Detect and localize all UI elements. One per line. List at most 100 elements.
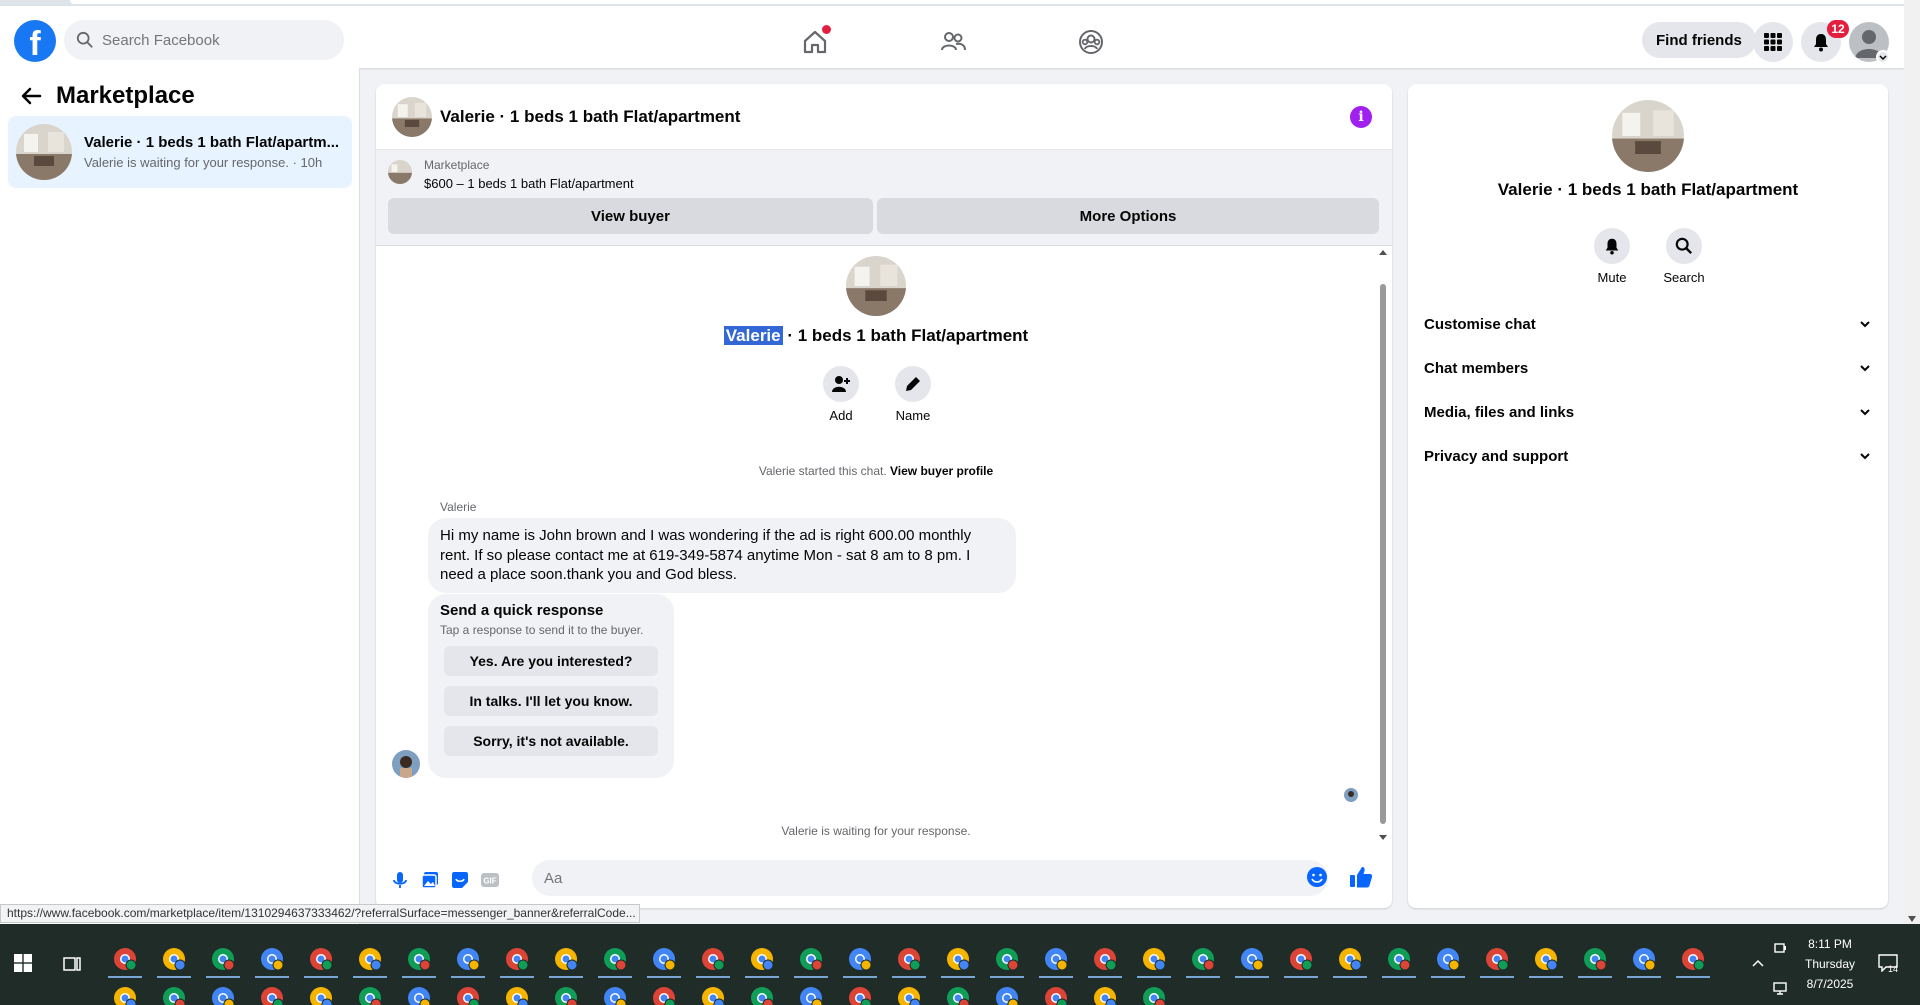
taskbar-app-icon[interactable] <box>749 946 775 972</box>
sticker-icon[interactable] <box>450 870 470 890</box>
taskbar-app-icon[interactable] <box>651 985 677 1005</box>
more-options-button[interactable]: More Options <box>877 198 1379 234</box>
nav-friends[interactable] <box>939 28 967 56</box>
taskbar-app-icon[interactable] <box>1043 985 1069 1005</box>
taskbar-app-icon[interactable] <box>700 985 726 1005</box>
search-in-chat-button[interactable]: Search <box>1654 228 1714 285</box>
taskbar-app-icon[interactable] <box>504 985 530 1005</box>
taskbar-app-icon[interactable] <box>357 946 383 972</box>
taskbar-app-icon[interactable] <box>651 946 677 972</box>
taskbar-app-icon[interactable] <box>1092 946 1118 972</box>
taskbar-app-icon[interactable] <box>1141 946 1167 972</box>
taskbar-app-icon[interactable] <box>1239 946 1265 972</box>
taskbar-app-icon[interactable] <box>308 946 334 972</box>
chevron-up-icon[interactable] <box>1750 956 1766 972</box>
taskbar-app-icon[interactable] <box>308 985 334 1005</box>
taskbar-app-icon[interactable] <box>602 946 628 972</box>
taskbar-app-icon[interactable] <box>945 985 971 1005</box>
taskbar-app-icon[interactable] <box>553 946 579 972</box>
view-buyer-profile-link[interactable]: View buyer profile <box>890 464 993 478</box>
taskbar-app-icon[interactable] <box>1288 946 1314 972</box>
quick-response-option[interactable]: Sorry, it's not available. <box>444 726 658 756</box>
media-files-links-row[interactable]: Media, files and links <box>1424 394 1872 430</box>
taskbar-app-icon[interactable] <box>847 946 873 972</box>
taskbar-app-icon[interactable] <box>1190 946 1216 972</box>
taskbar-app-icon[interactable] <box>1043 946 1069 972</box>
chat-header-avatar[interactable] <box>392 96 432 137</box>
taskbar-app-icon[interactable] <box>994 985 1020 1005</box>
gif-icon[interactable]: GIF <box>480 870 500 890</box>
message-scrollbar[interactable] <box>1378 250 1388 840</box>
taskbar-app-icon[interactable] <box>1484 946 1510 972</box>
page-scrollbar[interactable] <box>1904 0 1920 924</box>
search-box[interactable] <box>64 20 344 60</box>
taskbar-app-icon[interactable] <box>259 946 285 972</box>
system-clock[interactable]: 8:11 PM Thursday 8/7/2025 <box>1800 934 1860 994</box>
quick-response-option[interactable]: Yes. Are you interested? <box>444 646 658 676</box>
taskbar-app-icon[interactable] <box>259 985 285 1005</box>
taskbar-app-icon[interactable] <box>406 946 432 972</box>
chat-members-row[interactable]: Chat members <box>1424 350 1872 386</box>
view-buyer-button[interactable]: View buyer <box>388 198 873 234</box>
taskbar-app-icon[interactable] <box>112 946 138 972</box>
privacy-support-row[interactable]: Privacy and support <box>1424 438 1872 474</box>
taskbar-app-icon[interactable] <box>210 985 236 1005</box>
menu-button[interactable] <box>1753 22 1793 62</box>
chat-title[interactable]: Valerie · 1 beds 1 bath Flat/apartment <box>440 107 740 127</box>
network-icon[interactable] <box>1772 980 1788 996</box>
taskbar-app-icon[interactable] <box>700 946 726 972</box>
search-input[interactable] <box>102 31 322 49</box>
taskbar-app-icon[interactable] <box>896 985 922 1005</box>
microphone-icon[interactable] <box>390 870 410 890</box>
taskbar-app-icon[interactable] <box>1680 946 1706 972</box>
emoji-icon[interactable] <box>1306 866 1328 888</box>
info-icon[interactable]: i <box>1350 106 1372 128</box>
taskbar-app-icon[interactable] <box>749 985 775 1005</box>
taskbar-app-icon[interactable] <box>455 985 481 1005</box>
customise-chat-row[interactable]: Customise chat <box>1424 306 1872 342</box>
name-chat-button[interactable]: Name <box>883 366 943 423</box>
taskbar-app-icon[interactable] <box>896 946 922 972</box>
add-people-button[interactable]: Add <box>811 366 871 423</box>
nav-home[interactable] <box>801 25 831 56</box>
taskbar-app-icon[interactable] <box>1337 946 1363 972</box>
taskbar-app-icon[interactable] <box>994 946 1020 972</box>
sender-avatar[interactable] <box>392 750 420 778</box>
taskbar-app-icon[interactable] <box>798 946 824 972</box>
taskbar-app-icon[interactable] <box>161 985 187 1005</box>
taskbar-app-icon[interactable] <box>455 946 481 972</box>
taskbar-app-icon[interactable] <box>504 946 530 972</box>
thumbs-up-icon[interactable] <box>1348 864 1374 890</box>
account-caret[interactable] <box>1876 50 1890 64</box>
taskbar-app-icon[interactable] <box>1141 985 1167 1005</box>
taskbar-app-icon[interactable] <box>406 985 432 1005</box>
nav-groups[interactable] <box>1077 28 1105 56</box>
taskbar-app-icon[interactable] <box>161 946 187 972</box>
taskbar-app-icon[interactable] <box>210 946 236 972</box>
power-icon[interactable] <box>1772 940 1788 956</box>
taskbar-app-icon[interactable] <box>1386 946 1412 972</box>
facebook-logo[interactable]: f <box>14 20 56 62</box>
mute-button[interactable]: Mute <box>1582 228 1642 285</box>
taskbar-app-icon[interactable] <box>1582 946 1608 972</box>
photo-icon[interactable] <box>420 870 440 890</box>
taskbar-app-icon[interactable] <box>112 985 138 1005</box>
incoming-message[interactable]: Hi my name is John brown and I was wonde… <box>428 518 1016 593</box>
quick-response-option[interactable]: In talks. I'll let you know. <box>444 686 658 716</box>
taskbar-app-icon[interactable] <box>798 985 824 1005</box>
thread-item-valerie[interactable]: Valerie · 1 beds 1 bath Flat/apartm... V… <box>8 116 352 188</box>
taskbar-app-icon[interactable] <box>1631 946 1657 972</box>
taskbar-app-icon[interactable] <box>945 946 971 972</box>
taskbar-app-icon[interactable] <box>1435 946 1461 972</box>
back-arrow-icon[interactable] <box>20 85 42 107</box>
task-view-icon[interactable] <box>62 954 82 974</box>
taskbar-app-icon[interactable] <box>357 985 383 1005</box>
find-friends-button[interactable]: Find friends <box>1642 22 1756 58</box>
taskbar-app-icon[interactable] <box>602 985 628 1005</box>
banner-listing[interactable]: $600 – 1 beds 1 bath Flat/apartment <box>424 176 634 191</box>
message-input[interactable] <box>532 860 1328 896</box>
taskbar-app-icon[interactable] <box>1533 946 1559 972</box>
taskbar-app-icon[interactable] <box>553 985 579 1005</box>
taskbar-app-icon[interactable] <box>1092 985 1118 1005</box>
windows-start-icon[interactable] <box>14 954 32 972</box>
